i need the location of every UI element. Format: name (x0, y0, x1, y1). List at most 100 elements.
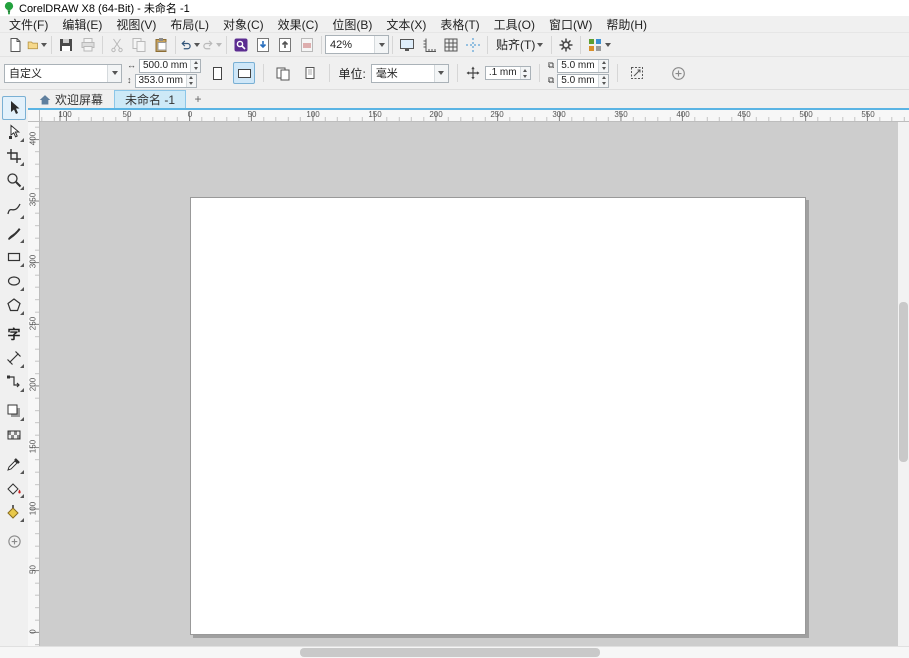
canvas[interactable] (40, 122, 898, 646)
menu-edit[interactable]: 编辑(E) (55, 15, 109, 34)
vertical-scrollbar-thumb[interactable] (899, 302, 908, 462)
page-height-field[interactable]: 353.0 mm (135, 74, 197, 88)
ruler-origin-corner[interactable] (28, 110, 40, 122)
portrait-button[interactable] (206, 62, 228, 84)
zoom-tool[interactable] (2, 168, 26, 192)
hruler-label: 100 (58, 110, 71, 119)
zoom-level-caret[interactable] (374, 36, 388, 53)
nudge-down[interactable] (521, 73, 530, 79)
print-button[interactable] (77, 35, 99, 55)
ellipse-tool[interactable] (2, 269, 26, 293)
redo-button[interactable] (201, 35, 223, 55)
menu-effects[interactable]: 效果(C) (271, 15, 326, 34)
new-tab-button[interactable]: + (190, 91, 206, 107)
property-bar: 自定义 ↔ 500.0 mm ↕ 353.0 mm (0, 57, 909, 90)
parallel-dimension-tool[interactable] (2, 346, 26, 370)
connector-tool[interactable] (2, 370, 26, 394)
menu-layout[interactable]: 布局(L) (163, 15, 216, 34)
zoom-level-combo[interactable]: 42% (325, 35, 389, 54)
new-document-button[interactable] (4, 35, 26, 55)
page-width-down[interactable] (191, 66, 200, 72)
export-button[interactable] (274, 35, 296, 55)
drawing-page[interactable] (190, 197, 806, 635)
save-icon (58, 37, 74, 53)
gear-icon (558, 37, 574, 53)
menu-tools[interactable]: 工具(O) (487, 15, 542, 34)
show-grid-button[interactable] (440, 35, 462, 55)
snap-to-dropdown[interactable]: 贴齐(T) (491, 35, 548, 55)
freehand-tool[interactable] (2, 197, 26, 221)
cut-button[interactable] (106, 35, 128, 55)
tab-welcome-screen[interactable]: 欢迎屏幕 (28, 90, 114, 108)
page-size-preset-caret[interactable] (107, 65, 121, 82)
vertical-scrollbar[interactable] (898, 122, 909, 646)
rectangle-tool[interactable] (2, 245, 26, 269)
menu-text[interactable]: 文本(X) (379, 15, 433, 34)
shape-tool[interactable] (2, 120, 26, 144)
options-button[interactable] (555, 35, 577, 55)
open-caret (41, 43, 47, 47)
menu-window[interactable]: 窗口(W) (542, 15, 599, 34)
duplicate-y-field[interactable]: 5.0 mm (557, 74, 609, 88)
treat-as-filled-button[interactable] (626, 62, 648, 84)
color-eyedropper-tool[interactable] (2, 452, 26, 476)
duplicate-y-down[interactable] (599, 81, 608, 87)
page-height-icon: ↕ (127, 76, 132, 85)
smart-fill-tool[interactable] (2, 500, 26, 524)
tab-document-1[interactable]: 未命名 -1 (114, 90, 186, 108)
coreldraw-window: CorelDRAW X8 (64-Bit) - 未命名 -1 文件(F) 编辑(… (0, 0, 909, 658)
horizontal-scrollbar-thumb[interactable] (300, 648, 600, 657)
hruler-label: 250 (490, 110, 503, 119)
page-width-field[interactable]: 500.0 mm (139, 59, 201, 73)
horizontal-scrollbar[interactable] (0, 646, 909, 658)
import-button[interactable] (252, 35, 274, 55)
show-rulers-button[interactable] (418, 35, 440, 55)
cut-icon (109, 37, 125, 53)
menu-help[interactable]: 帮助(H) (599, 15, 654, 34)
menu-table[interactable]: 表格(T) (433, 15, 486, 34)
full-screen-preview-button[interactable] (396, 35, 418, 55)
text-tool[interactable]: 字 (2, 322, 26, 346)
landscape-button[interactable] (233, 62, 255, 84)
drop-shadow-tool[interactable] (2, 399, 26, 423)
tab-welcome-label: 欢迎屏幕 (55, 91, 103, 108)
show-guidelines-button[interactable] (462, 35, 484, 55)
units-caret[interactable] (434, 65, 448, 82)
copy-button[interactable] (128, 35, 150, 55)
undo-button[interactable] (179, 35, 201, 55)
open-button[interactable] (26, 35, 48, 55)
freehand-tool-icon (6, 201, 22, 217)
vruler-label: 250 (29, 316, 38, 332)
menu-file[interactable]: 文件(F) (2, 15, 55, 34)
horizontal-ruler[interactable]: 100 50 0 50 100 150 200 250 300 350 400 … (40, 110, 909, 122)
propbar-customize-button[interactable] (667, 62, 689, 84)
transparency-tool[interactable] (2, 423, 26, 447)
page-height-down[interactable] (187, 81, 196, 87)
artistic-media-tool[interactable] (2, 221, 26, 245)
current-page-button[interactable] (299, 62, 321, 84)
document-tabbar: 欢迎屏幕 未命名 -1 + (28, 90, 909, 110)
menu-bitmaps[interactable]: 位图(B) (325, 15, 379, 34)
polygon-tool[interactable] (2, 293, 26, 317)
toolbar-separator (51, 36, 52, 54)
page-size-preset-combo[interactable]: 自定义 (4, 64, 122, 83)
menu-view[interactable]: 视图(V) (109, 15, 163, 34)
application-launcher-dropdown[interactable] (584, 35, 614, 55)
crop-tool[interactable] (2, 144, 26, 168)
duplicate-x-down[interactable] (599, 66, 608, 72)
nudge-offset-field[interactable]: .1 mm (485, 66, 531, 80)
customize-toolbox-button[interactable] (2, 529, 26, 553)
units-combo[interactable]: 毫米 (371, 64, 449, 83)
publish-pdf-button[interactable] (296, 35, 318, 55)
toolbar-separator (321, 36, 322, 54)
pick-tool-icon (6, 100, 22, 116)
menu-object[interactable]: 对象(C) (216, 15, 271, 34)
interactive-fill-tool[interactable] (2, 476, 26, 500)
all-pages-button[interactable] (272, 62, 294, 84)
duplicate-x-field[interactable]: 5.0 mm (557, 59, 609, 73)
paste-button[interactable] (150, 35, 172, 55)
vertical-ruler[interactable]: 400 350 300 250 200 150 100 50 0 (28, 122, 40, 646)
pick-tool[interactable] (2, 96, 26, 120)
save-button[interactable] (55, 35, 77, 55)
search-content-button[interactable] (230, 35, 252, 55)
